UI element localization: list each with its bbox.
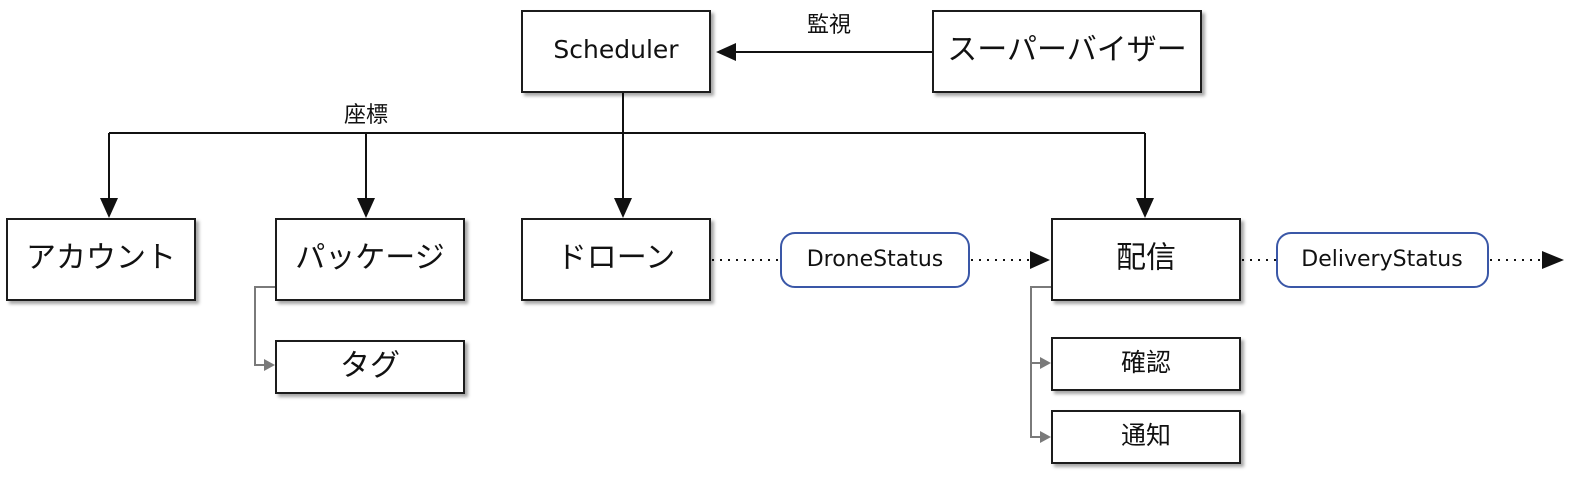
confirm-label: 確認 [1121, 348, 1171, 377]
monitor-label: 監視 [807, 13, 851, 38]
confirm-node[interactable]: 確認 [1051, 337, 1241, 391]
notify-arrowhead [1040, 431, 1051, 443]
account-node[interactable]: アカウント [6, 218, 196, 301]
coordinate-label: 座標 [344, 103, 388, 128]
account-label: アカウント [26, 241, 176, 276]
package-arrowhead [357, 198, 375, 218]
drone-label: ドローン [557, 241, 676, 276]
monitor-arrowhead [716, 43, 736, 61]
notify-node[interactable]: 通知 [1051, 410, 1241, 464]
package-tag-connector [254, 286, 276, 366]
notify-label: 通知 [1121, 421, 1171, 450]
confirm-arrowhead [1040, 357, 1051, 369]
package-label: パッケージ [295, 241, 444, 276]
scheduler-label: Scheduler [553, 35, 679, 64]
tag-label: タグ [340, 349, 400, 384]
delivery-status-pill[interactable]: DeliveryStatus [1276, 232, 1489, 288]
package-node[interactable]: パッケージ [275, 218, 465, 301]
delivery-arrowhead [1136, 198, 1154, 218]
supervisor-node[interactable]: スーパーバイザー [932, 10, 1202, 93]
drone-status-pill[interactable]: DroneStatus [780, 232, 970, 288]
drone-arrowhead [614, 198, 632, 218]
delivery-status-label: DeliveryStatus [1301, 247, 1462, 272]
account-arrowhead [100, 198, 118, 218]
delivery-status-out-arrowhead [1542, 251, 1564, 269]
tag-node[interactable]: タグ [275, 340, 465, 394]
drone-status-label: DroneStatus [807, 247, 944, 272]
drone-node[interactable]: ドローン [521, 218, 711, 301]
delivery-in-arrowhead [1030, 251, 1050, 269]
tag-arrowhead [264, 359, 275, 371]
delivery-label: 配信 [1116, 241, 1176, 276]
scheduler-node[interactable]: Scheduler [521, 10, 711, 93]
architecture-diagram: 監視 座標 Scheduler スーパーバイザー アカウント パッケージ ドロー… [6, 10, 1564, 464]
delivery-node[interactable]: 配信 [1051, 218, 1241, 301]
supervisor-label: スーパーバイザー [947, 33, 1186, 68]
